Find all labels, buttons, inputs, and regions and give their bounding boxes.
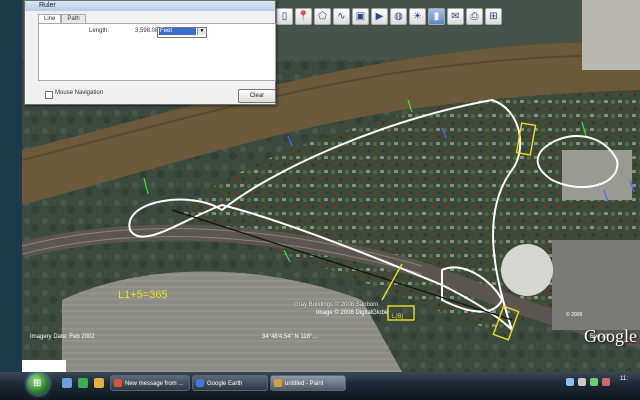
chevron-down-icon[interactable]: ▼ [197, 28, 206, 35]
tour-icon[interactable]: ▶ [371, 8, 388, 25]
paint-icon [274, 379, 282, 387]
planet-icon[interactable]: ◍ [390, 8, 407, 25]
task-google-earth[interactable]: Google Earth [192, 375, 268, 391]
task-paint-label: untitled - Paint [285, 381, 324, 387]
ruler-title: Ruler [39, 2, 56, 9]
tray-app-icon[interactable] [590, 378, 598, 386]
path-icon[interactable]: ∿ [333, 8, 350, 25]
attribution-line1: Gray Buildings © 2008 Sanborn [294, 301, 378, 308]
start-button[interactable]: ⊞ [27, 373, 49, 395]
quicklaunch-folder-icon[interactable] [94, 378, 104, 388]
maps-icon[interactable]: ⊞ [485, 8, 502, 25]
map-annotation: L1+5=365 [118, 289, 168, 301]
overlay-icon[interactable]: ▣ [352, 8, 369, 25]
task-mail[interactable]: New message from ... [110, 375, 190, 391]
desktop-edge [0, 0, 24, 372]
length-value: 3,598.08 [135, 28, 159, 34]
task-earth-label: Google Earth [207, 381, 243, 387]
task-mail-label: New message from ... [125, 381, 184, 387]
earth-icon [196, 379, 204, 387]
ruler-icon[interactable]: ▮ [428, 8, 445, 25]
unit-select[interactable]: Feet ▼ [157, 27, 207, 38]
map-copyright: © 2008 [566, 312, 583, 318]
print-icon[interactable]: ⎙ [466, 8, 483, 25]
sun-icon[interactable]: ☀ [409, 8, 426, 25]
mouse-nav-label: Mouse Navigation [55, 90, 104, 96]
clear-button[interactable]: Clear [238, 89, 276, 103]
polygon-icon[interactable]: ⬠ [314, 8, 331, 25]
quicklaunch-desktop-icon[interactable] [62, 378, 72, 388]
ruler-dialog: Ruler Line Path Length: 3,598.08 Feet ▼ … [24, 0, 276, 105]
earth-toolbar: ▯ 📍 ⬠ ∿ ▣ ▶ ◍ ☀ ▮ ✉ ⎙ ⊞ [276, 8, 502, 26]
taskbar: ⊞ New message from ... Google Earth unti… [0, 372, 640, 400]
coords-readout: 34°48'4.54" N 118°... [262, 334, 318, 340]
mail-icon [114, 379, 122, 387]
windows-icon: ⊞ [33, 378, 42, 389]
sidebar-icon[interactable]: ▯ [276, 8, 293, 25]
clock[interactable]: 11: [620, 376, 628, 382]
tray-security-icon[interactable] [602, 378, 610, 386]
attribution-line2: Image © 2008 DigitalGlobe [316, 309, 389, 316]
ruler-titlebar[interactable]: Ruler [25, 1, 275, 11]
quicklaunch-ie-icon[interactable] [78, 378, 88, 388]
placemark-icon[interactable]: 📍 [295, 8, 312, 25]
unit-selected: Feet [159, 28, 196, 35]
tray-network-icon[interactable] [566, 378, 574, 386]
imagery-date: Imagery Date: Feb 2002 [30, 334, 95, 340]
tray-volume-icon[interactable] [578, 378, 586, 386]
google-logo: Google [584, 326, 637, 346]
mouse-nav-checkbox[interactable] [45, 91, 53, 99]
map-annotation-small: L(B) [392, 314, 403, 320]
length-label: Length: [89, 28, 110, 34]
task-paint[interactable]: untitled - Paint [270, 375, 346, 391]
email-icon[interactable]: ✉ [447, 8, 464, 25]
